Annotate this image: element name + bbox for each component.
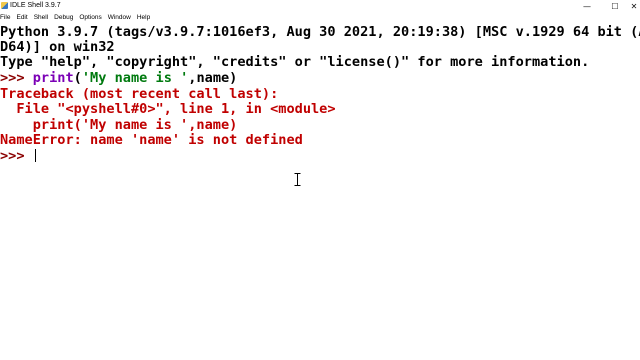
banner-line: D64)] on win32 bbox=[0, 39, 115, 55]
menu-shell[interactable]: Shell bbox=[31, 12, 51, 23]
traceback-code: print('My name is ',name) bbox=[0, 117, 238, 133]
menu-file[interactable]: File bbox=[0, 12, 13, 23]
menu-options[interactable]: Options bbox=[76, 12, 104, 23]
builtin-keyword: print bbox=[32, 70, 74, 86]
code-paren: ( bbox=[73, 70, 82, 86]
menu-bar: File Edit Shell Debug Options Window Hel… bbox=[0, 12, 640, 23]
shell-prompt: >>> bbox=[0, 148, 33, 164]
ibeam-cursor-icon bbox=[294, 173, 301, 186]
menu-window[interactable]: Window bbox=[105, 12, 134, 23]
traceback-header: Traceback (most recent call last): bbox=[0, 86, 279, 102]
menu-help[interactable]: Help bbox=[134, 12, 153, 23]
window-title: IDLE Shell 3.9.7 bbox=[10, 2, 61, 9]
shell-text-area[interactable]: Python 3.9.7 (tags/v3.9.7:1016ef3, Aug 3… bbox=[0, 23, 640, 360]
python-idle-icon bbox=[1, 2, 8, 9]
traceback-file: File "<pyshell#0>", line 1, in <module> bbox=[0, 101, 336, 117]
maximize-button[interactable]: ☐ bbox=[602, 0, 628, 12]
shell-prompt: >>> bbox=[0, 70, 33, 86]
title-bar[interactable]: IDLE Shell 3.9.7 — ☐ ✕ bbox=[0, 0, 640, 12]
menu-debug[interactable]: Debug bbox=[51, 12, 76, 23]
minimize-button[interactable]: — bbox=[574, 0, 600, 12]
input-line: >>> print('My name is ',name) bbox=[0, 70, 237, 86]
banner-line: Python 3.9.7 (tags/v3.9.7:1016ef3, Aug 3… bbox=[0, 24, 640, 40]
error-message: NameError: name 'name' is not defined bbox=[0, 132, 303, 148]
menu-edit[interactable]: Edit bbox=[13, 12, 30, 23]
current-input-line[interactable]: >>> bbox=[0, 148, 36, 164]
code-args: ,name) bbox=[188, 70, 238, 86]
close-button[interactable]: ✕ bbox=[628, 0, 640, 12]
text-cursor bbox=[34, 149, 36, 162]
string-literal: 'My name is ' bbox=[81, 70, 189, 86]
banner-line: Type "help", "copyright", "credits" or "… bbox=[0, 54, 590, 70]
